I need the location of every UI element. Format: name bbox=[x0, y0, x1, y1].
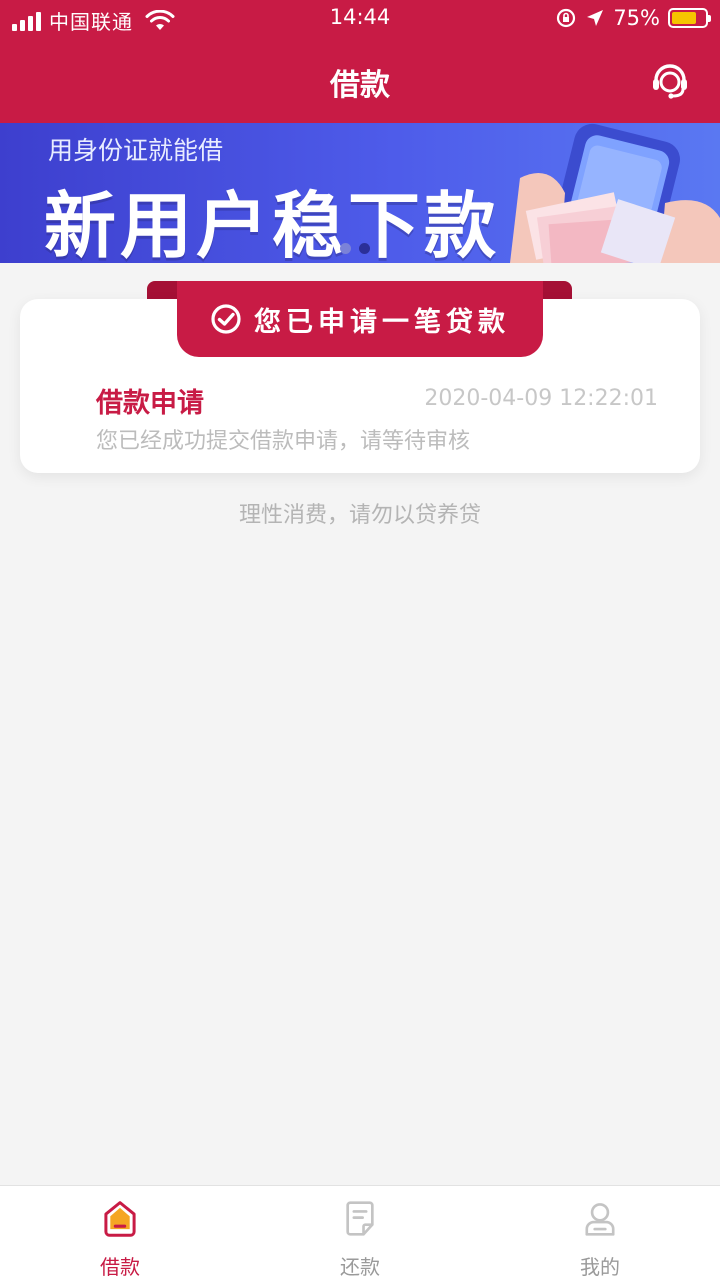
document-icon bbox=[346, 1201, 374, 1236]
banner-pagination bbox=[340, 243, 370, 254]
page-title: 借款 bbox=[330, 68, 390, 103]
headset-icon[interactable] bbox=[650, 62, 690, 102]
tab-label: 借款 bbox=[100, 1255, 140, 1279]
bottom-tab-bar: 借款 还款 我的 bbox=[0, 1185, 720, 1280]
status-bar: 中国联通 14:44 75% bbox=[0, 0, 720, 40]
battery-percent: 75% bbox=[613, 6, 660, 30]
tab-repay[interactable]: 还款 bbox=[240, 1186, 480, 1280]
ribbon-label: 您已申请一笔贷款 bbox=[254, 306, 510, 338]
status-right: 75% bbox=[555, 6, 711, 30]
home-icon bbox=[104, 1201, 136, 1237]
check-circle-icon bbox=[211, 304, 241, 334]
application-ribbon: 您已申请一笔贷款 bbox=[177, 281, 543, 357]
battery-fill bbox=[672, 12, 696, 24]
banner-dot-active[interactable] bbox=[359, 243, 370, 254]
tab-mine[interactable]: 我的 bbox=[480, 1186, 720, 1280]
banner-title: 新用户稳下款 bbox=[44, 184, 501, 263]
card-title: 借款申请 bbox=[96, 388, 204, 419]
profile-icon bbox=[585, 1203, 615, 1236]
location-icon bbox=[587, 10, 604, 26]
tab-label: 我的 bbox=[580, 1255, 620, 1279]
banner-subtitle: 用身份证就能借 bbox=[48, 136, 224, 165]
banner-dot[interactable] bbox=[340, 243, 351, 254]
app-header: 中国联通 14:44 75% 借款 bbox=[0, 0, 720, 123]
orientation-lock-icon bbox=[557, 8, 576, 28]
phone-cash-illustration bbox=[510, 123, 720, 263]
tab-borrow[interactable]: 借款 bbox=[0, 1186, 240, 1280]
tab-label: 还款 bbox=[340, 1255, 380, 1279]
responsible-borrowing-notice: 理性消费，请勿以贷养贷 bbox=[238, 503, 481, 528]
card-description: 您已经成功提交借款申请，请等待审核 bbox=[96, 429, 471, 454]
card-timestamp: 2020-04-09 12:22:01 bbox=[424, 386, 658, 411]
battery-icon bbox=[668, 8, 711, 28]
promo-banner[interactable]: 用身份证就能借 新用户稳下款 bbox=[0, 123, 720, 263]
